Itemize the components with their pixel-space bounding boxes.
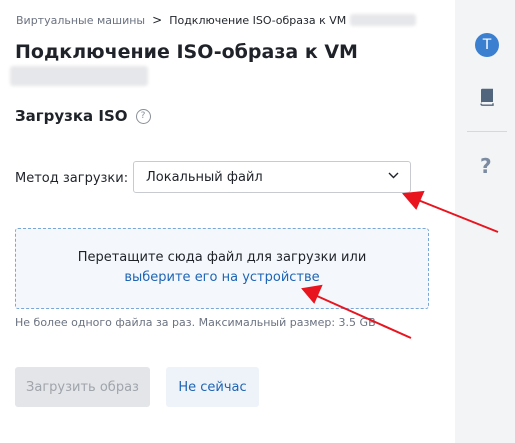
- upload-limit-hint: Не более одного файла за раз. Максимальн…: [15, 316, 376, 329]
- upload-method-value: Локальный файл: [146, 169, 263, 185]
- section-title-text: Загрузка ISO: [15, 107, 128, 125]
- dropzone-text: Перетащите сюда файл для загрузки или: [77, 250, 367, 265]
- breadcrumb: Виртуальные машины > Подключение ISO-обр…: [16, 13, 417, 27]
- right-rail: [455, 0, 515, 443]
- main-content: Виртуальные машины > Подключение ISO-обр…: [0, 0, 455, 443]
- help-icon[interactable]: ?: [135, 108, 151, 124]
- upload-method-label: Метод загрузки:: [15, 171, 129, 186]
- book-icon[interactable]: [479, 88, 495, 106]
- breadcrumb-vms-link[interactable]: Виртуальные машины: [16, 14, 145, 27]
- redacted-vm-name: [350, 14, 417, 26]
- question-icon[interactable]: ?: [480, 154, 492, 178]
- avatar[interactable]: T: [475, 33, 499, 57]
- choose-file-link[interactable]: выберите его на устройстве: [16, 270, 428, 285]
- upload-method-select[interactable]: Локальный файл: [133, 161, 411, 193]
- file-dropzone[interactable]: Перетащите сюда файл для загрузки или вы…: [15, 228, 429, 309]
- redacted-title-subtext: [10, 66, 148, 86]
- upload-image-button[interactable]: Загрузить образ: [15, 367, 150, 407]
- chevron-down-icon: [388, 172, 399, 179]
- section-title: Загрузка ISO ?: [15, 107, 151, 125]
- breadcrumb-separator: >: [152, 13, 163, 27]
- rail-divider: [467, 131, 507, 132]
- not-now-button[interactable]: Не сейчас: [166, 367, 259, 407]
- breadcrumb-current: Подключение ISO-образа к VM: [169, 13, 347, 27]
- page-title: Подключение ISO-образа к VM: [15, 41, 358, 63]
